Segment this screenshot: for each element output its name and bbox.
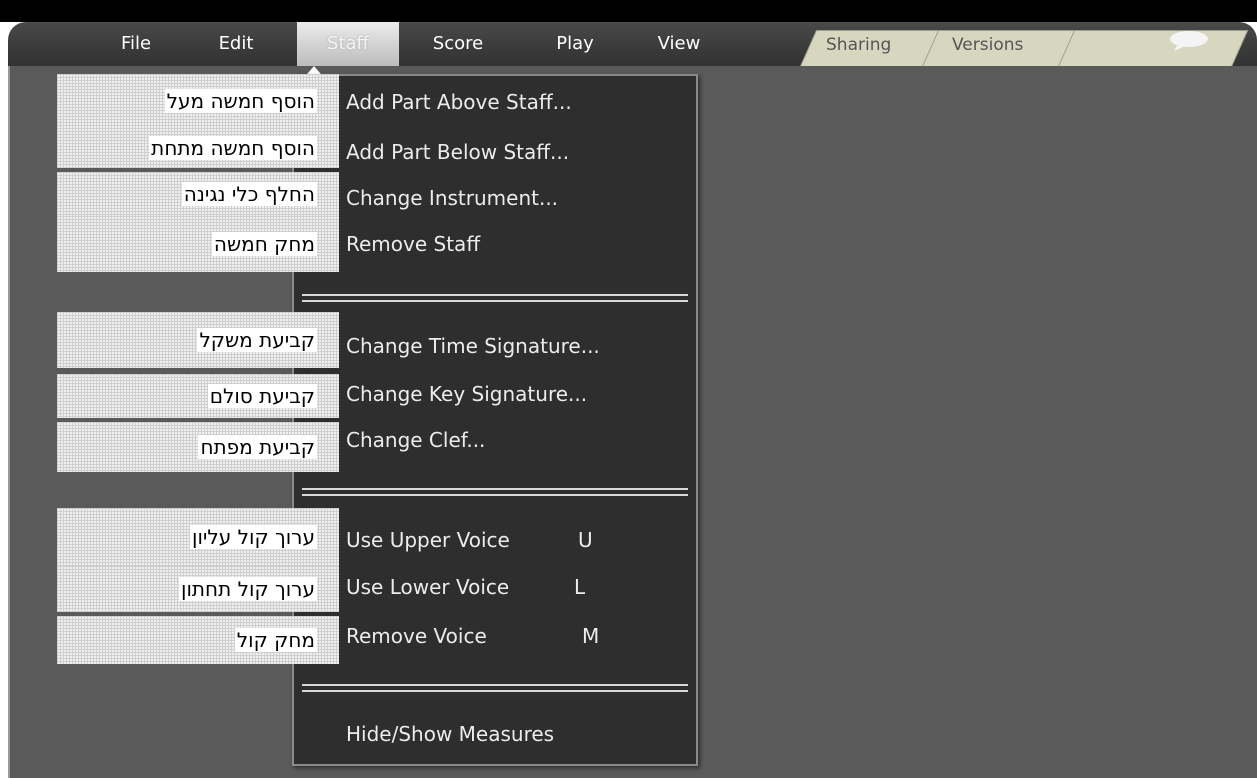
menu-bar: File Edit Staff Score Play View Sharing …: [8, 22, 1257, 66]
menu-item-change-key-signature[interactable]: Change Key Signature...: [346, 382, 587, 406]
hebrew-label-box: קביעת מפתח: [57, 422, 339, 472]
menu-play[interactable]: Play: [548, 22, 602, 66]
hebrew-label: קביעת משקל: [197, 328, 317, 352]
shortcut-label: L: [574, 575, 586, 599]
menu-item-remove-staff[interactable]: Remove Staff: [346, 232, 480, 256]
menu-score[interactable]: Score: [428, 22, 488, 66]
menu-file[interactable]: File: [114, 22, 158, 66]
menu-separator: [302, 684, 688, 692]
window-top-border: [0, 0, 1257, 22]
hebrew-label: מחק קול: [234, 628, 317, 652]
tab-sharing[interactable]: Sharing: [826, 30, 891, 66]
hebrew-label-box: החלף כלי נגינה: [57, 172, 339, 216]
menu-item-use-lower-voice[interactable]: Use Lower Voice: [346, 575, 509, 599]
menu-item-change-instrument[interactable]: Change Instrument...: [346, 186, 558, 210]
hebrew-label-box: הוסף חמשה מעל: [57, 74, 339, 128]
menu-staff[interactable]: Staff: [297, 22, 399, 66]
hebrew-label-box: קביעת משקל: [57, 312, 339, 368]
hebrew-label: קביעת מפתח: [198, 435, 317, 459]
menu-view[interactable]: View: [652, 22, 706, 66]
tab-empty-bg: [1057, 30, 1249, 66]
hebrew-label: הוסף חמשה מתחת: [149, 136, 317, 160]
hebrew-label: החלף כלי נגינה: [181, 182, 317, 206]
menu-item-change-time-signature[interactable]: Change Time Signature...: [346, 334, 600, 358]
staff-dropdown-menu: [292, 74, 698, 766]
hebrew-label-box: קביעת סולם: [57, 374, 339, 418]
hebrew-label: מחק חמשה: [211, 232, 317, 256]
menu-item-remove-voice[interactable]: Remove Voice: [346, 624, 487, 648]
menu-separator: [302, 488, 688, 496]
menu-item-add-part-below[interactable]: Add Part Below Staff...: [346, 140, 569, 164]
hebrew-label: ערוך קול עליון: [190, 525, 317, 549]
menu-item-hide-show-measures[interactable]: Hide/Show Measures: [346, 722, 554, 746]
speech-bubble-icon[interactable]: [1168, 30, 1210, 52]
hebrew-label-box: ערוך קול עליון: [57, 508, 339, 566]
hebrew-label: קביעת סולם: [207, 384, 317, 408]
hebrew-label-box: מחק קול: [57, 616, 339, 664]
menu-separator: [302, 294, 688, 302]
menu-item-change-clef[interactable]: Change Clef...: [346, 428, 485, 452]
hebrew-label-box: מחק חמשה: [57, 216, 339, 272]
shortcut-label: U: [578, 528, 593, 552]
menu-edit[interactable]: Edit: [211, 22, 261, 66]
tab-versions[interactable]: Versions: [952, 30, 1023, 66]
hebrew-label-box: הוסף חמשה מתחת: [57, 128, 339, 168]
hebrew-label: הוסף חמשה מעל: [164, 89, 317, 113]
shortcut-label: M: [582, 624, 600, 648]
menu-item-add-part-above[interactable]: Add Part Above Staff...: [346, 90, 572, 114]
hebrew-label-box: ערוך קול תחתון: [57, 566, 339, 612]
menu-item-use-upper-voice[interactable]: Use Upper Voice: [346, 528, 510, 552]
hebrew-label: ערוך קול תחתון: [179, 577, 317, 601]
